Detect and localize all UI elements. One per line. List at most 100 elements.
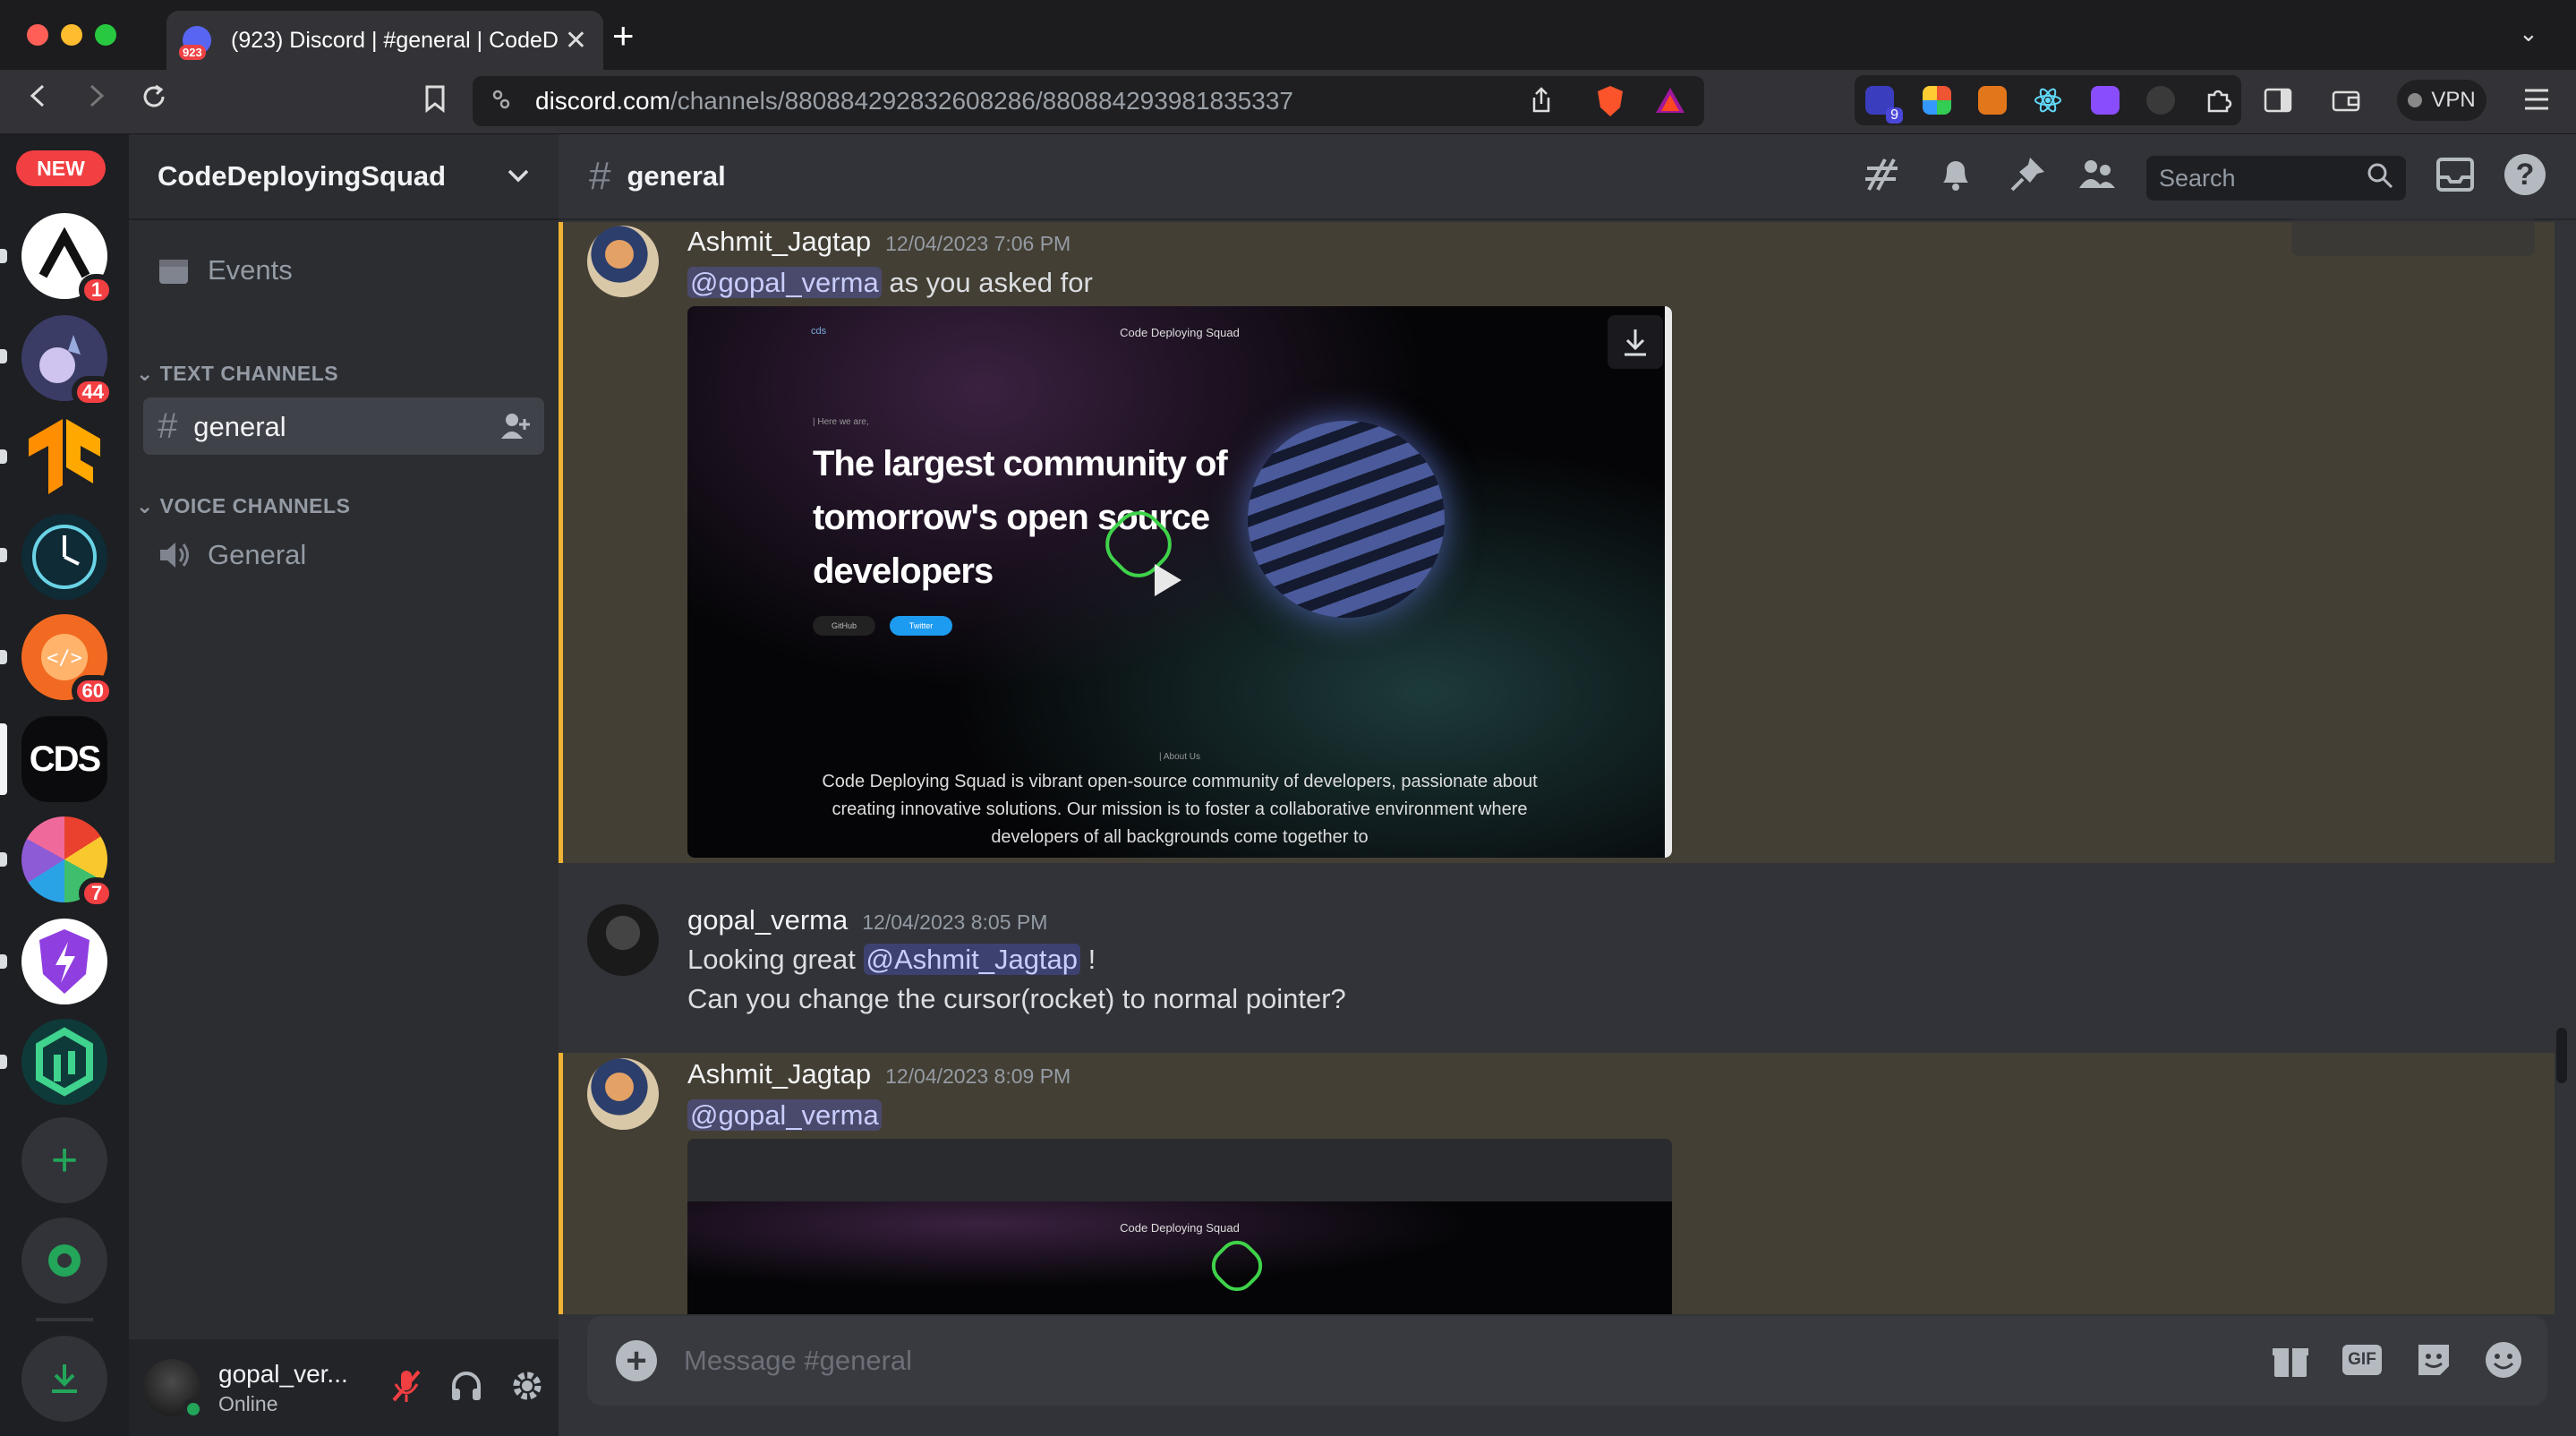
- extension-icon-1[interactable]: 9: [1865, 86, 1903, 124]
- server-clock[interactable]: [21, 514, 107, 600]
- sticker-icon[interactable]: [2413, 1339, 2454, 1380]
- upload-plus-icon[interactable]: +: [616, 1340, 657, 1381]
- user-info[interactable]: gopal_ver... Online: [218, 1360, 348, 1416]
- gif-label: GIF: [2342, 1345, 2382, 1375]
- message-author[interactable]: Ashmit_Jagtap: [687, 226, 871, 258]
- emoji-icon[interactable]: [2483, 1339, 2524, 1380]
- sidebar-toggle-icon[interactable]: [2263, 86, 2293, 119]
- message-avatar[interactable]: [587, 904, 659, 976]
- notification-bell-icon[interactable]: [1935, 154, 1976, 195]
- plus-icon: +: [50, 1134, 79, 1186]
- channel-general[interactable]: # general: [158, 406, 286, 447]
- message-author[interactable]: Ashmit_Jagtap: [687, 1058, 871, 1090]
- download-video-button[interactable]: [1608, 315, 1663, 369]
- minimize-window-button[interactable]: [61, 24, 82, 46]
- extension-icon-2[interactable]: [1923, 86, 1951, 115]
- help-icon[interactable]: ?: [2504, 154, 2546, 195]
- headphones-icon[interactable]: [449, 1369, 483, 1407]
- video-globe-graphic: [1248, 421, 1445, 618]
- brave-shields-icon[interactable]: [1595, 84, 1625, 123]
- server-hex[interactable]: [21, 1019, 107, 1105]
- video-embed-2[interactable]: Code Deploying Squad: [687, 1139, 1672, 1314]
- events-item[interactable]: Events: [158, 254, 293, 286]
- share-icon[interactable]: [1529, 86, 1554, 119]
- browser-menu-icon[interactable]: [2522, 86, 2551, 117]
- message-actions-toolbar[interactable]: [2291, 211, 2535, 256]
- new-badge[interactable]: NEW: [16, 150, 106, 186]
- video-about-kicker: | About Us: [1159, 752, 1200, 762]
- gif-button[interactable]: GIF: [2341, 1339, 2383, 1380]
- bolt-shield-icon: [39, 929, 90, 994]
- speaker-icon: [160, 543, 189, 568]
- server-color-wheel[interactable]: 7: [21, 816, 115, 910]
- inbox-icon[interactable]: [2435, 154, 2476, 195]
- voice-channel-general[interactable]: General: [158, 539, 306, 571]
- close-tab-icon[interactable]: ✕: [565, 25, 587, 56]
- channel-name: general: [193, 410, 286, 442]
- server-cds[interactable]: CDS: [21, 716, 107, 802]
- user-mention[interactable]: @gopal_verma: [687, 1099, 882, 1131]
- server-header[interactable]: CodeDeployingSquad: [129, 134, 559, 220]
- server-bolt-shield[interactable]: [21, 919, 107, 1004]
- extension-icon-6[interactable]: [2146, 86, 2175, 115]
- user-mention[interactable]: @Ashmit_Jagtap: [863, 944, 1081, 975]
- pinned-messages-icon[interactable]: [2007, 154, 2048, 195]
- address-bar[interactable]: discord.com/channels/880884292832608286/…: [473, 76, 1704, 126]
- server-list-divider: [36, 1318, 93, 1321]
- extension-badge: 9: [1886, 107, 1903, 124]
- muted-microphone-icon[interactable]: [390, 1368, 422, 1408]
- tab-title: (923) Discord | #general | CodeDeploying…: [231, 27, 558, 53]
- download-apps-button[interactable]: [21, 1336, 107, 1422]
- forward-icon[interactable]: [82, 82, 109, 117]
- settings-gear-icon[interactable]: [510, 1369, 544, 1407]
- video-background: [687, 1201, 1672, 1314]
- tab-list-chevron-icon[interactable]: ⌄: [2519, 20, 2538, 47]
- back-icon[interactable]: [25, 82, 52, 117]
- explore-servers-button[interactable]: [21, 1218, 107, 1304]
- reload-icon[interactable]: [140, 82, 168, 119]
- wallet-icon[interactable]: [2331, 86, 2361, 119]
- chevron-down-icon: [507, 162, 530, 191]
- add-server-button[interactable]: +: [21, 1117, 107, 1203]
- user-avatar[interactable]: [143, 1359, 204, 1420]
- message-avatar[interactable]: [587, 1058, 659, 1130]
- message-author[interactable]: gopal_verma: [687, 904, 848, 936]
- bookmark-icon[interactable]: [422, 84, 448, 117]
- server-unicorn[interactable]: 44: [21, 315, 115, 408]
- message-avatar[interactable]: [587, 226, 659, 297]
- member-list-icon[interactable]: [2077, 154, 2118, 195]
- search-input[interactable]: Search: [2146, 156, 2406, 201]
- server-tensorflow[interactable]: [21, 414, 107, 500]
- voice-channels-category[interactable]: ⌄ VOICE CHANNELS: [136, 494, 350, 518]
- extensions-puzzle-icon[interactable]: [2204, 86, 2232, 119]
- threads-icon[interactable]: [1862, 154, 1903, 195]
- user-mention[interactable]: @gopal_verma: [687, 267, 882, 298]
- vpn-status-icon: [2408, 93, 2423, 107]
- channel-title: general: [627, 160, 726, 192]
- server-arch[interactable]: 1: [21, 213, 115, 306]
- vpn-button[interactable]: VPN: [2397, 80, 2486, 121]
- video-embed[interactable]: cds Code Deploying Squad | Here we are, …: [687, 306, 1672, 858]
- react-devtools-icon[interactable]: [2034, 86, 2062, 119]
- zoom-window-button[interactable]: [95, 24, 116, 46]
- extension-icon-5[interactable]: [2091, 86, 2120, 115]
- close-window-button[interactable]: [27, 24, 48, 46]
- server-badge: 60: [71, 675, 115, 707]
- browser-tab-discord[interactable]: 923 (923) Discord | #general | CodeDeplo…: [166, 11, 603, 70]
- chat-scrollbar[interactable]: [2556, 1028, 2567, 1083]
- gift-icon[interactable]: [2270, 1339, 2311, 1380]
- message-composer[interactable]: + Message #general: [587, 1316, 2547, 1406]
- voice-channels-label: VOICE CHANNELS: [159, 494, 351, 517]
- play-icon[interactable]: [1149, 560, 1185, 604]
- text-channels-category[interactable]: ⌄ TEXT CHANNELS: [136, 362, 338, 386]
- vpn-label: VPN: [2431, 88, 2476, 112]
- brave-rewards-icon[interactable]: [1654, 86, 1686, 119]
- online-status-icon: [183, 1398, 204, 1420]
- unread-pill: [0, 349, 7, 363]
- server-code[interactable]: </> 60: [21, 614, 115, 707]
- site-settings-icon[interactable]: [490, 89, 512, 115]
- search-icon: [2367, 162, 2393, 195]
- metamask-icon[interactable]: [1978, 86, 2007, 115]
- create-invite-icon[interactable]: [499, 410, 532, 445]
- new-tab-button[interactable]: +: [612, 14, 635, 57]
